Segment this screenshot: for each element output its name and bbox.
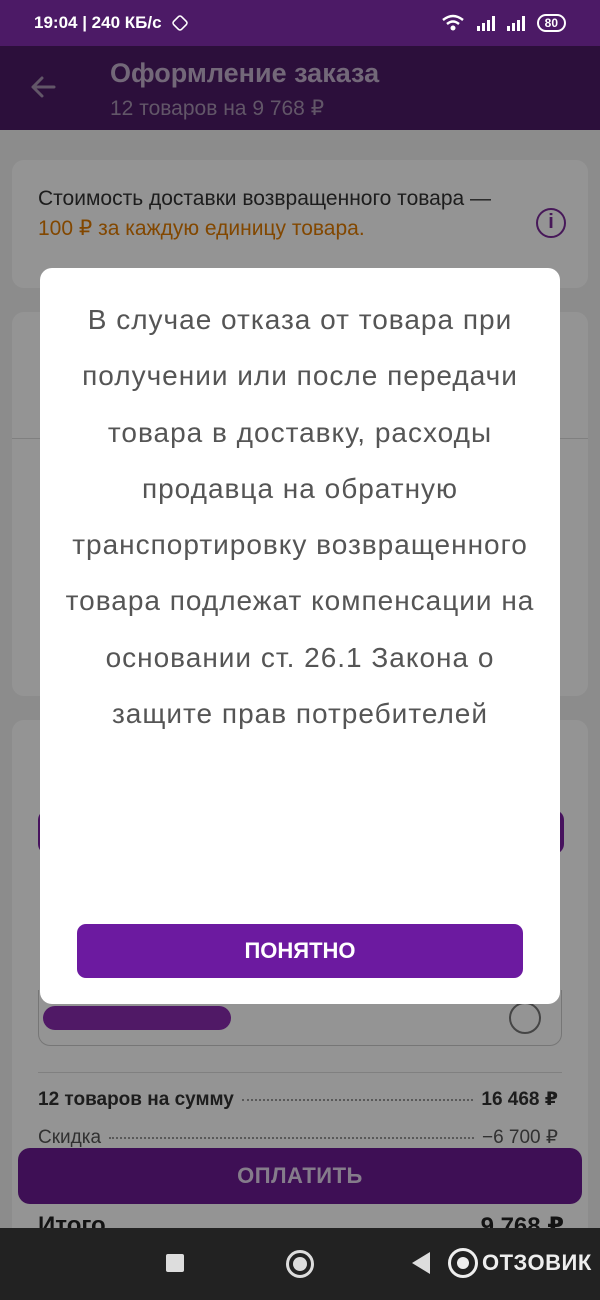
otzovik-logo-icon [448, 1248, 478, 1278]
status-bar: 19:04 | 240 КБ/с 80 [0, 0, 600, 46]
battery-icon: 80 [536, 14, 566, 32]
watermark: ОТЗОВИК [448, 1248, 592, 1278]
navigation-bar: ОТЗОВИК [0, 1228, 600, 1300]
recents-icon[interactable] [166, 1254, 184, 1272]
dialog-ok-button[interactable]: ПОНЯТНО [77, 924, 523, 978]
dialog-message: В случае отказа от товара при получении … [65, 304, 535, 730]
watermark-text: ОТЗОВИК [482, 1250, 592, 1275]
signal-icon [476, 15, 495, 31]
info-dialog: В случае отказа от товара при получении … [40, 268, 560, 1004]
back-triangle-icon[interactable] [412, 1252, 430, 1274]
wifi-icon [441, 14, 464, 31]
vpn-icon [170, 13, 189, 33]
status-time-speed: 19:04 | 240 КБ/с [34, 13, 162, 32]
home-icon[interactable] [286, 1250, 314, 1278]
signal-icon-2 [506, 15, 525, 31]
